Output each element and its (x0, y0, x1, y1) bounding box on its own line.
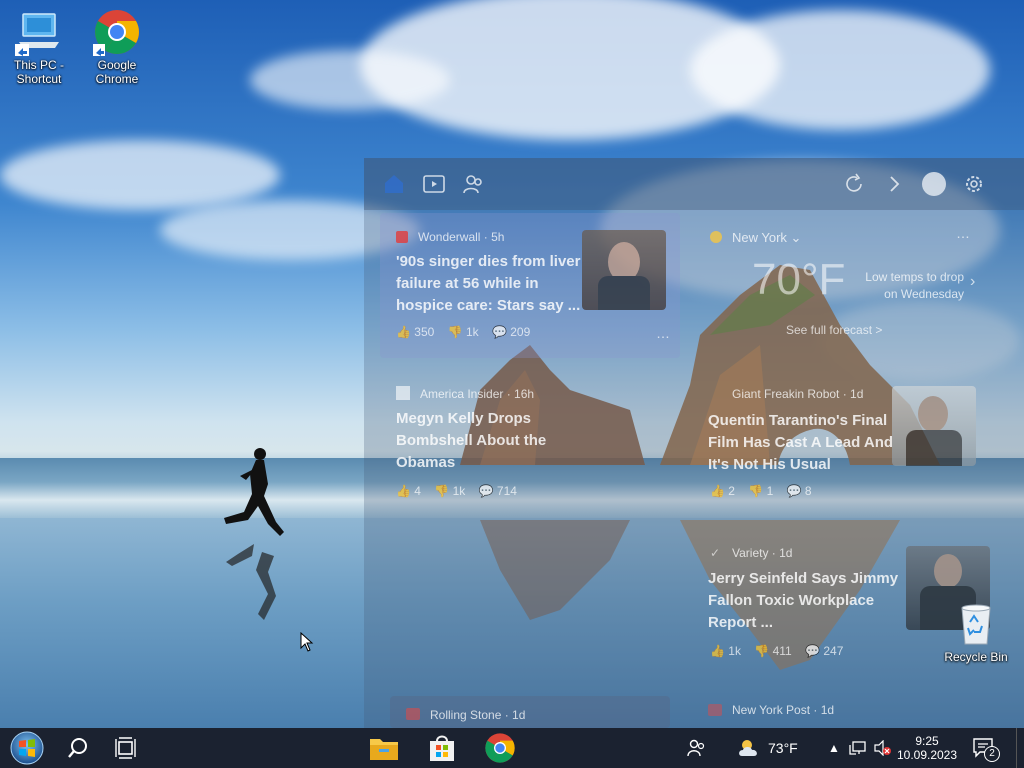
show-desktop-button[interactable] (1016, 728, 1017, 768)
source-logo-icon (396, 231, 408, 243)
taskbar-weather-temp: 73°F (768, 740, 798, 756)
card-source: New York Post · 1d (732, 703, 835, 717)
card-source: Giant Freakin Robot · 1d (732, 387, 864, 401)
refresh-icon[interactable] (842, 172, 866, 196)
news-card[interactable]: Giant Freakin Robot · 1d Quentin Taranti… (694, 378, 1010, 508)
source-logo-icon (396, 386, 410, 400)
weather-location[interactable]: New York ⌄ (732, 230, 801, 246)
card-reactions: 👍 4 👎 1k 💬 714 (396, 484, 527, 498)
card-source: Wonderwall · 5h (418, 230, 505, 244)
clock[interactable]: 9:25 10.09.2023 (894, 728, 960, 768)
action-center-button[interactable]: 2 (964, 728, 1004, 768)
avatar[interactable] (922, 172, 946, 196)
search-icon (68, 738, 87, 758)
chevron-right-icon[interactable] (882, 172, 906, 196)
like-icon[interactable]: 👍 2 (710, 484, 735, 498)
chevron-right-icon[interactable]: › (970, 273, 975, 291)
more-icon[interactable]: … (656, 325, 670, 341)
card-title[interactable]: Quentin Tarantino's Final Film Has Cast … (708, 410, 904, 476)
mouse-cursor-icon (300, 632, 314, 652)
home-icon[interactable] (382, 172, 406, 196)
dislike-icon[interactable]: 👎 1k (448, 325, 479, 339)
weather-widget-button[interactable]: 73°F (736, 728, 812, 768)
people-button[interactable] (680, 728, 712, 768)
card-title[interactable]: Jerry Seinfeld Says Jimmy Fallon Toxic W… (708, 568, 904, 634)
dislike-icon[interactable]: 👎 1k (434, 484, 465, 498)
notification-badge: 2 (984, 746, 1000, 762)
chrome-icon (485, 733, 515, 763)
desktop-icon-label: Google Chrome (95, 58, 139, 86)
card-title[interactable]: '90s singer dies from liver failure at 5… (396, 251, 582, 317)
card-source: America Insider · 16h (420, 387, 535, 401)
comment-icon[interactable]: 💬 714 (479, 484, 517, 498)
monitor-icon (15, 8, 63, 56)
desktop-icon-label: This PC - Shortcut (13, 58, 64, 86)
volume-button[interactable] (870, 728, 894, 768)
taskbar-microsoft-store[interactable] (418, 728, 466, 768)
search-button[interactable] (54, 728, 102, 768)
taskbar-file-explorer[interactable] (360, 728, 408, 768)
like-icon[interactable]: 👍 4 (396, 484, 421, 498)
desktop-icon-recycle-bin[interactable]: Recycle Bin (936, 600, 1016, 664)
store-icon (430, 735, 454, 761)
volume-muted-icon (874, 740, 891, 756)
source-logo-icon: ✓ (710, 546, 721, 560)
card-thumbnail (582, 230, 666, 310)
desktop-icon-google-chrome[interactable]: Google Chrome (79, 8, 155, 86)
recycle-bin-icon (952, 600, 1000, 648)
card-title[interactable]: Megyn Kelly Drops Bombshell About the Ob… (396, 408, 576, 474)
card-reactions: 👍 1k 👎 411 💬 247 (710, 644, 853, 658)
taskbar: 73°F ▲ 9:25 10.09.2023 2 (0, 728, 1024, 768)
weather-temp: 70°F (752, 255, 846, 304)
desktop-icon-label: Recycle Bin (944, 650, 1008, 664)
source-logo-icon (708, 704, 722, 716)
news-interests-panel: Wonderwall · 5h '90s singer dies from li… (364, 158, 1024, 728)
desktop-icon-this-pc[interactable]: This PC - Shortcut (1, 8, 77, 86)
forecast-link[interactable]: See full forecast > (786, 323, 882, 337)
chrome-icon (93, 8, 141, 56)
gear-icon[interactable] (962, 172, 986, 196)
dislike-icon[interactable]: 👎 1 (748, 484, 773, 498)
chevron-down-icon: ⌄ (790, 230, 802, 245)
weather-card[interactable]: New York ⌄ … 70°F Low temps to drop on W… (694, 213, 1010, 353)
comment-icon[interactable]: 💬 247 (805, 644, 843, 658)
dislike-icon[interactable]: 👎 411 (754, 644, 791, 658)
comment-icon[interactable]: 💬 8 (787, 484, 812, 498)
task-view-icon (115, 737, 136, 759)
task-view-button[interactable] (102, 728, 150, 768)
news-card[interactable]: Rolling Stone · 1d (390, 696, 670, 728)
people-icon[interactable] (462, 172, 486, 196)
folder-icon (370, 739, 398, 760)
sun-icon (710, 231, 722, 243)
card-source: Rolling Stone · 1d (430, 708, 526, 722)
weather-note: Low temps to drop on Wednesday (865, 270, 964, 301)
network-icon (849, 741, 866, 755)
source-logo-icon (406, 708, 420, 720)
runner-silhouette (224, 448, 284, 620)
clock-time: 9:25 (915, 734, 939, 748)
like-icon[interactable]: 👍 350 (396, 325, 434, 339)
news-card[interactable]: America Insider · 16h Megyn Kelly Drops … (380, 378, 680, 508)
show-hidden-icons-button[interactable]: ▲ (824, 728, 844, 768)
card-reactions: 👍 2 👎 1 💬 8 (710, 484, 822, 498)
more-icon[interactable]: … (956, 225, 970, 241)
windows-orb-icon (10, 731, 44, 765)
start-button[interactable] (0, 728, 54, 768)
card-source: Variety · 1d (732, 546, 793, 560)
like-icon[interactable]: 👍 1k (710, 644, 741, 658)
chevron-up-icon: ▲ (828, 741, 840, 755)
people-icon (687, 739, 705, 757)
news-card[interactable]: Wonderwall · 5h '90s singer dies from li… (380, 213, 680, 358)
news-card[interactable]: New York Post · 1d (694, 696, 1010, 728)
comment-icon[interactable]: 💬 209 (492, 325, 530, 339)
network-button[interactable] (846, 728, 870, 768)
clock-date: 10.09.2023 (896, 748, 958, 762)
card-reactions: 👍 350 👎 1k 💬 209 (396, 325, 540, 339)
panel-header (364, 158, 1024, 210)
taskbar-chrome[interactable] (476, 728, 524, 768)
card-thumbnail (892, 386, 976, 466)
partly-cloudy-icon (739, 740, 757, 756)
video-icon[interactable] (422, 172, 446, 196)
